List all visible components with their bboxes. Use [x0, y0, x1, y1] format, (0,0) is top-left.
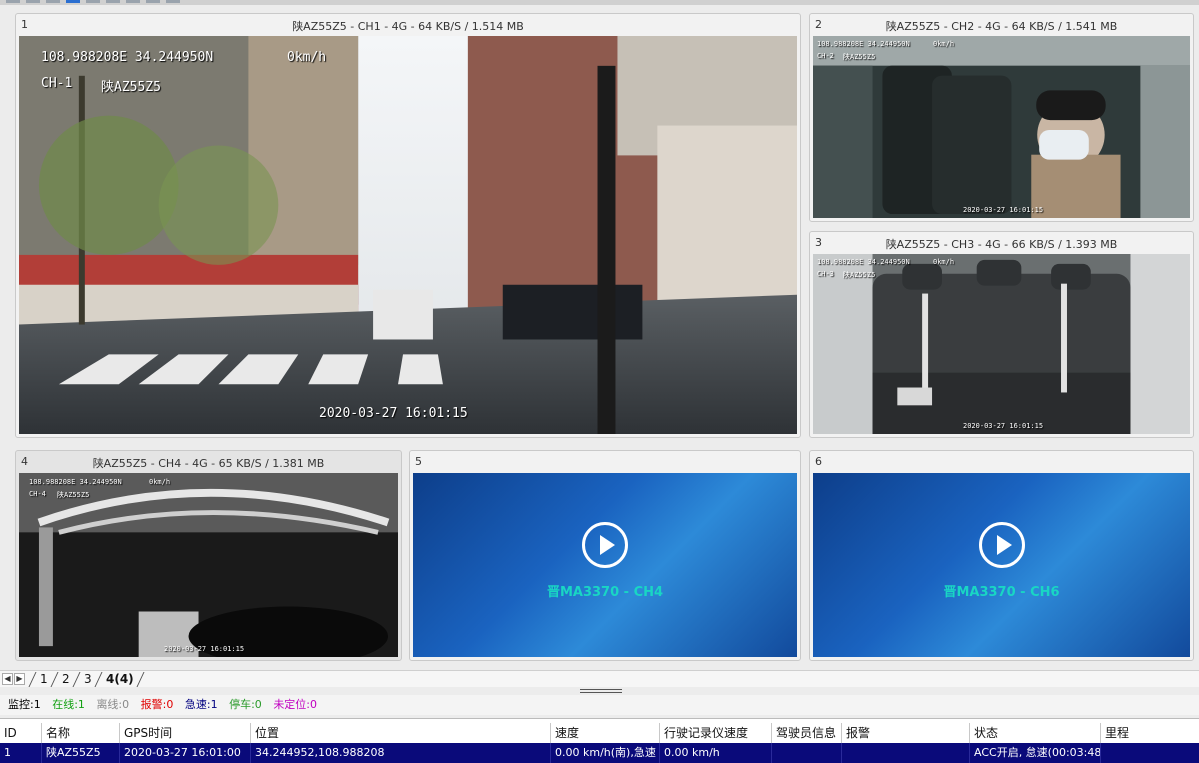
pane-number: 6 — [815, 455, 822, 468]
status-parked: 停车:0 — [229, 698, 262, 711]
status-online: 在线:1 — [52, 698, 85, 711]
column-header-name[interactable]: 名称 — [42, 723, 120, 743]
video-feed-ch2[interactable]: 108.988208E 34.244950N 0km/h CH-2 陕AZ55Z… — [813, 36, 1190, 218]
placeholder-channel-label: 晋MA3370 - CH4 — [546, 585, 664, 600]
osd-channel: CH-3 — [817, 270, 834, 278]
tab-scroll-left-icon[interactable]: ◀ — [2, 673, 13, 685]
pane-header: 2 陕AZ55Z5 - CH2 - 4G - 64 KB/S / 1.541 M… — [810, 14, 1193, 35]
placeholder-channel-label: 晋MA3370 - CH6 — [943, 585, 1060, 600]
status-alarm: 报警:0 — [140, 698, 174, 711]
pane-title: 陕AZ55Z5 - CH2 - 4G - 64 KB/S / 1.541 MB — [885, 20, 1118, 33]
page-tab-bar: ◀ ▶ 1 2 3 4(4) — [0, 670, 1199, 687]
status-monitor: 监控:1 — [8, 698, 41, 711]
column-header-alarm[interactable]: 报警 — [842, 723, 970, 743]
cell-mileage — [1101, 743, 1199, 763]
osd-speed: 0km/h — [933, 258, 955, 266]
column-header-id[interactable]: ID — [0, 723, 42, 743]
osd-coordinates: 108.988208E 34.244950N — [41, 50, 214, 65]
pane-header: 5 — [410, 451, 800, 472]
osd-plate: 陕AZ55Z5 — [101, 80, 161, 95]
osd-coordinates: 108.988208E 34.244950N — [29, 478, 122, 486]
video-pane-3[interactable]: 3 陕AZ55Z5 - CH3 - 4G - 66 KB/S / 1.393 M… — [809, 231, 1194, 438]
video-pane-4[interactable]: 4 陕AZ55Z5 - CH4 - 4G - 65 KB/S / 1.381 M… — [15, 450, 402, 661]
osd-channel: CH-2 — [817, 52, 834, 60]
video-feed-ch4[interactable]: 108.988208E 34.244950N 0km/h CH-4 陕AZ55Z… — [19, 473, 398, 657]
cell-driver-info — [772, 743, 842, 763]
status-speeding: 急速:1 — [184, 698, 218, 711]
table-header-row: ID 名称 GPS时间 位置 速度 行驶记录仪速度 驾驶员信息 报警 状态 里程 — [0, 723, 1199, 743]
video-placeholder-5[interactable]: 晋MA3370 - CH4 — [413, 473, 797, 657]
vehicle-table: ID 名称 GPS时间 位置 速度 行驶记录仪速度 驾驶员信息 报警 状态 里程… — [0, 718, 1199, 763]
column-header-gps-time[interactable]: GPS时间 — [120, 723, 251, 743]
column-header-speed[interactable]: 速度 — [551, 723, 660, 743]
osd-timestamp: 2020-03-27 16:01:15 — [963, 422, 1044, 430]
osd-speed: 0km/h — [149, 478, 171, 486]
play-icon[interactable] — [978, 522, 1025, 568]
pane-header: 1 陕AZ55Z5 - CH1 - 4G - 64 KB/S / 1.514 M… — [16, 14, 800, 35]
video-feed-ch3[interactable]: 108.988208E 34.244950N 0km/h CH-3 陕AZ55Z… — [813, 254, 1190, 434]
trunk-night-image — [19, 473, 398, 657]
cell-position: 34.244952,108.988208 — [251, 743, 551, 763]
osd-plate: 陕AZ55Z5 — [843, 271, 876, 279]
osd-channel: CH-1 — [41, 76, 73, 91]
column-header-mileage[interactable]: 里程 — [1101, 723, 1199, 743]
video-pane-5[interactable]: 5 晋MA3370 - CH4 — [409, 450, 801, 661]
video-pane-6[interactable]: 6 晋MA3370 - CH6 — [809, 450, 1194, 661]
pane-number: 5 — [415, 455, 422, 468]
top-toolbar-strip — [0, 0, 1199, 5]
osd-coordinates: 108.988208E 34.244950N — [817, 40, 910, 48]
osd-coordinates: 108.988208E 34.244950N — [817, 258, 910, 266]
column-header-driver-info[interactable]: 驾驶员信息 — [772, 723, 842, 743]
osd-timestamp: 2020-03-27 16:01:15 — [164, 645, 245, 653]
video-feed-ch1[interactable]: 108.988208E 34.244950N 0km/h CH-1 陕AZ55Z… — [19, 36, 797, 434]
pane-title: 陕AZ55Z5 - CH4 - 4G - 65 KB/S / 1.381 MB — [92, 457, 325, 470]
cell-state: ACC开启, 怠速(00:03:48) — [970, 743, 1101, 763]
video-pane-2[interactable]: 2 陕AZ55Z5 - CH2 - 4G - 64 KB/S / 1.541 M… — [809, 13, 1194, 222]
cell-name: 陕AZ55Z5 — [42, 743, 120, 763]
pane-title: 陕AZ55Z5 - CH1 - 4G - 64 KB/S / 1.514 MB — [292, 20, 524, 33]
panel-splitter-handle[interactable] — [580, 689, 622, 693]
osd-plate: 陕AZ55Z5 — [57, 491, 90, 499]
tab-page-4-active[interactable]: 4(4) — [100, 672, 140, 687]
cell-id: 1 — [0, 743, 42, 763]
video-pane-1[interactable]: 1 陕AZ55Z5 - CH1 - 4G - 64 KB/S / 1.514 M… — [15, 13, 801, 438]
play-icon[interactable] — [582, 522, 628, 568]
pane-title: 陕AZ55Z5 - CH3 - 4G - 66 KB/S / 1.393 MB — [885, 238, 1118, 251]
table-row[interactable]: 1 陕AZ55Z5 2020-03-27 16:01:00 34.244952,… — [0, 743, 1199, 763]
column-header-recorder-speed[interactable]: 行驶记录仪速度 — [660, 723, 772, 743]
vehicle-status-summary: 监控:1 在线:1 离线:0 报警:0 急速:1 停车:0 未定位:0 — [0, 695, 1199, 715]
tab-scroll-right-icon[interactable]: ▶ — [14, 673, 25, 685]
video-placeholder-6[interactable]: 晋MA3370 - CH6 — [813, 473, 1190, 657]
pane-header: 3 陕AZ55Z5 - CH3 - 4G - 66 KB/S / 1.393 M… — [810, 232, 1193, 253]
osd-speed: 0km/h — [933, 40, 955, 48]
column-header-position[interactable]: 位置 — [251, 723, 551, 743]
driver-cabin-image — [813, 36, 1190, 218]
osd-channel: CH-4 — [29, 490, 46, 498]
cell-recorder-speed: 0.00 km/h — [660, 743, 772, 763]
osd-timestamp: 2020-03-27 16:01:15 — [963, 206, 1044, 214]
status-offline: 离线:0 — [96, 698, 130, 711]
pane-header: 6 — [810, 451, 1193, 472]
street-scene-image — [19, 36, 797, 434]
status-unlocated: 未定位:0 — [273, 698, 318, 711]
osd-speed: 0km/h — [287, 50, 327, 65]
pane-header: 4 陕AZ55Z5 - CH4 - 4G - 65 KB/S / 1.381 M… — [16, 451, 401, 472]
osd-timestamp: 2020-03-27 16:01:15 — [319, 406, 468, 421]
rear-seat-image — [813, 254, 1190, 434]
column-header-state[interactable]: 状态 — [970, 723, 1101, 743]
cell-speed: 0.00 km/h(南),急速 — [551, 743, 660, 763]
cell-alarm — [842, 743, 970, 763]
cell-gps-time: 2020-03-27 16:01:00 — [120, 743, 251, 763]
osd-plate: 陕AZ55Z5 — [843, 53, 876, 61]
